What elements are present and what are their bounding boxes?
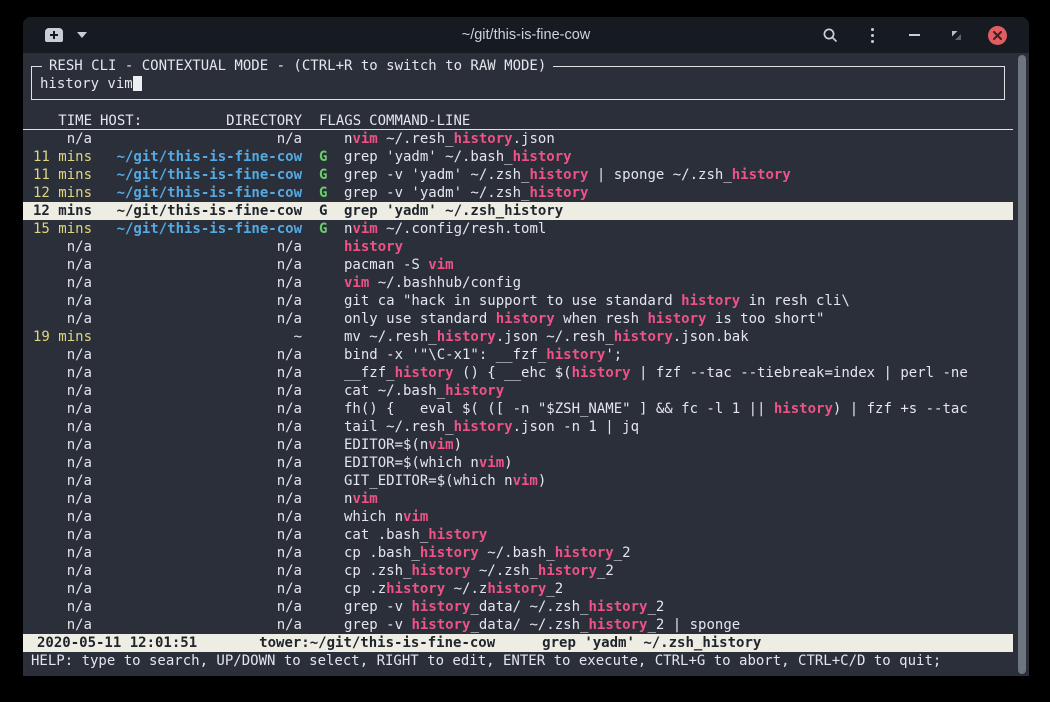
history-row[interactable]: 11 mins~/git/this-is-fine-cowGgrep 'yadm… (23, 148, 1013, 166)
col-command: COMMAND-LINE (369, 112, 470, 129)
history-row[interactable]: n/an/avim ~/.bashhub/config (23, 274, 1013, 292)
history-row[interactable]: n/an/a__fzf_history () { __ehc $(history… (23, 364, 1013, 382)
text-cursor (133, 76, 142, 91)
history-row[interactable]: n/an/apacman -S vim (23, 256, 1013, 274)
menu-kebab-icon[interactable] (862, 25, 882, 45)
history-row[interactable]: n/an/abind -x '"\C-x1": __fzf_history'; (23, 346, 1013, 364)
history-row[interactable]: n/an/aonly use standard history when res… (23, 310, 1013, 328)
history-row[interactable]: n/an/ahistory (23, 238, 1013, 256)
history-row[interactable]: n/an/aGIT_EDITOR=$(which nvim) (23, 472, 1013, 490)
search-icon[interactable] (820, 25, 840, 45)
history-row[interactable]: 12 mins~/git/this-is-fine-cowGgrep 'yadm… (23, 202, 1013, 220)
history-row[interactable]: 11 mins~/git/this-is-fine-cowGgrep -v 'y… (23, 166, 1013, 184)
status-bar: 2020-05-11 12:01:51 tower:~/git/this-is-… (23, 634, 1013, 652)
terminal-window: ~/git/this-is-fine-cow RESH CLI - CONTEX… (23, 17, 1029, 676)
history-row[interactable]: n/an/agrep -v history_data/ ~/.zsh_histo… (23, 598, 1013, 616)
history-rows: n/an/anvim ~/.resh_history.json11 mins~/… (23, 130, 1013, 634)
history-row[interactable]: n/an/acp .zhistory ~/.zhistory_2 (23, 580, 1013, 598)
search-box[interactable]: RESH CLI - CONTEXTUAL MODE - (CTRL+R to … (31, 66, 1005, 100)
history-row[interactable]: n/an/anvim ~/.resh_history.json (23, 130, 1013, 148)
terminal-content: RESH CLI - CONTEXTUAL MODE - (CTRL+R to … (23, 53, 1029, 676)
history-row[interactable]: n/an/acp .bash_history ~/.bash_history_2 (23, 544, 1013, 562)
history-row[interactable]: n/an/acp .zsh_history ~/.zsh_history_2 (23, 562, 1013, 580)
col-flags: FLAGS (319, 112, 361, 129)
history-row[interactable]: n/an/atail ~/.resh_history.json -n 1 | j… (23, 418, 1013, 436)
status-host-dir: tower:~/git/this-is-fine-cow (259, 634, 495, 652)
scrollbar[interactable] (1015, 53, 1029, 676)
history-row[interactable]: n/an/agit ca "hack in support to use sta… (23, 292, 1013, 310)
scrollbar-thumb[interactable] (1018, 55, 1026, 674)
history-row[interactable]: 15 mins~/git/this-is-fine-cowGnvim ~/.co… (23, 220, 1013, 238)
history-row[interactable]: n/an/aEDITOR=$(which nvim) (23, 454, 1013, 472)
col-time: TIME (33, 112, 92, 129)
mode-label: RESH CLI - CONTEXTUAL MODE - (CTRL+R to … (42, 57, 553, 75)
minimize-button[interactable] (904, 25, 924, 45)
history-row[interactable]: n/an/acat ~/.bash_history (23, 382, 1013, 400)
status-command: grep 'yadm' ~/.zsh_history (542, 634, 761, 652)
close-button[interactable] (988, 26, 1007, 45)
history-row[interactable]: n/an/anvim (23, 490, 1013, 508)
help-line: HELP: type to search, UP/DOWN to select,… (23, 652, 1013, 670)
table-header: TIME HOST:DIRECTORY FLAGS COMMAND-LINE (23, 112, 1013, 130)
history-row[interactable]: n/an/afh() { eval $( ([ -n "$ZSH_NAME" ]… (23, 400, 1013, 418)
history-row[interactable]: 19 mins~mv ~/.resh_history.json ~/.resh_… (23, 328, 1013, 346)
col-host-directory: HOST:DIRECTORY (100, 112, 302, 129)
history-row[interactable]: n/an/acat .bash_history (23, 526, 1013, 544)
history-row[interactable]: n/an/agrep -v history_data/ ~/.zsh_histo… (23, 616, 1013, 634)
status-datetime: 2020-05-11 12:01:51 (37, 634, 197, 652)
titlebar: ~/git/this-is-fine-cow (23, 17, 1029, 53)
history-row[interactable]: n/an/awhich nvim (23, 508, 1013, 526)
history-row[interactable]: 12 mins~/git/this-is-fine-cowGgrep -v 'y… (23, 184, 1013, 202)
search-query: history vim (40, 76, 133, 92)
history-row[interactable]: n/an/aEDITOR=$(nvim) (23, 436, 1013, 454)
restore-button[interactable] (946, 25, 966, 45)
history-table: TIME HOST:DIRECTORY FLAGS COMMAND-LINE n… (23, 112, 1013, 634)
